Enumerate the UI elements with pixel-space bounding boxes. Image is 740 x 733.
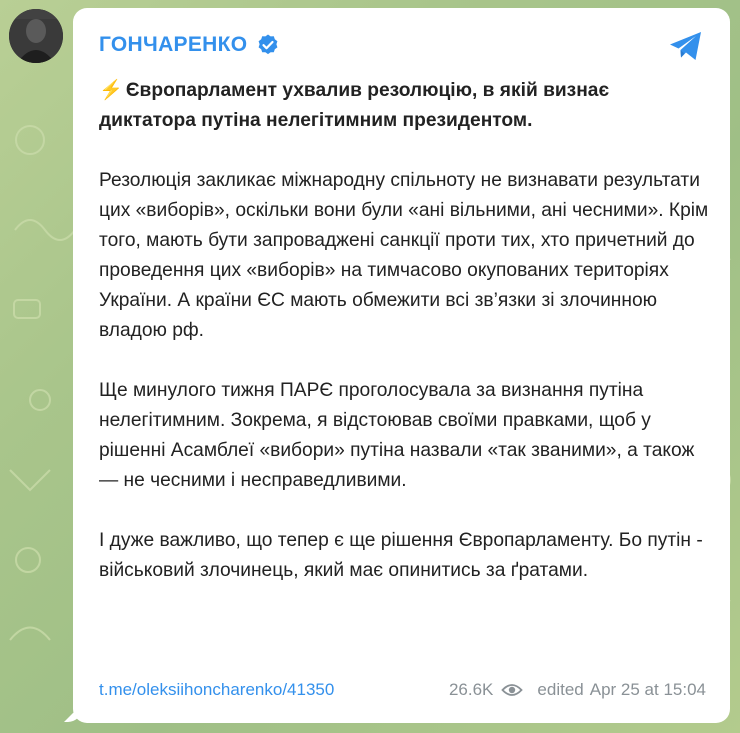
paragraph: Резолюція закликає міжнародну спільноту … xyxy=(99,170,709,341)
edited-label: edited xyxy=(537,680,584,699)
message-card: ГОНЧАРЕНКО ⚡ Європарламент ухвалив резолю… xyxy=(73,8,730,723)
message-footer: t.me/oleksiihoncharenko/41350 26.6K edit… xyxy=(99,675,706,705)
message-timestamp: Apr 25 at 15:04 xyxy=(589,680,706,699)
paragraph: І дуже важливо, що тепер є ще рішення Єв… xyxy=(99,530,703,581)
headline-text: Європарламент ухвалив резолюцію, в якій … xyxy=(99,80,610,131)
views-count: 26.6K xyxy=(448,680,494,699)
message-meta: 26.6K edited Apr 25 at 15:04 xyxy=(449,680,706,700)
message-text: ⚡ Європарламент ухвалив резолюцію, в якій… xyxy=(99,76,709,586)
paragraph: Ще минулого тижня ПАРЄ проголосувала за … xyxy=(99,380,695,491)
eye-icon xyxy=(501,684,524,696)
message-headline: ⚡ Європарламент ухвалив резолюцію, в якій… xyxy=(99,76,709,136)
message-header: ГОНЧАРЕНКО xyxy=(99,28,706,62)
avatar-image xyxy=(9,9,63,63)
channel-name[interactable]: ГОНЧАРЕНКО xyxy=(99,33,247,57)
verified-badge-icon xyxy=(258,34,278,55)
telegram-plane-icon[interactable] xyxy=(668,30,704,62)
lightning-icon: ⚡ xyxy=(99,80,123,101)
post-link[interactable]: t.me/oleksiihoncharenko/41350 xyxy=(99,680,334,700)
channel-avatar[interactable] xyxy=(9,9,63,63)
